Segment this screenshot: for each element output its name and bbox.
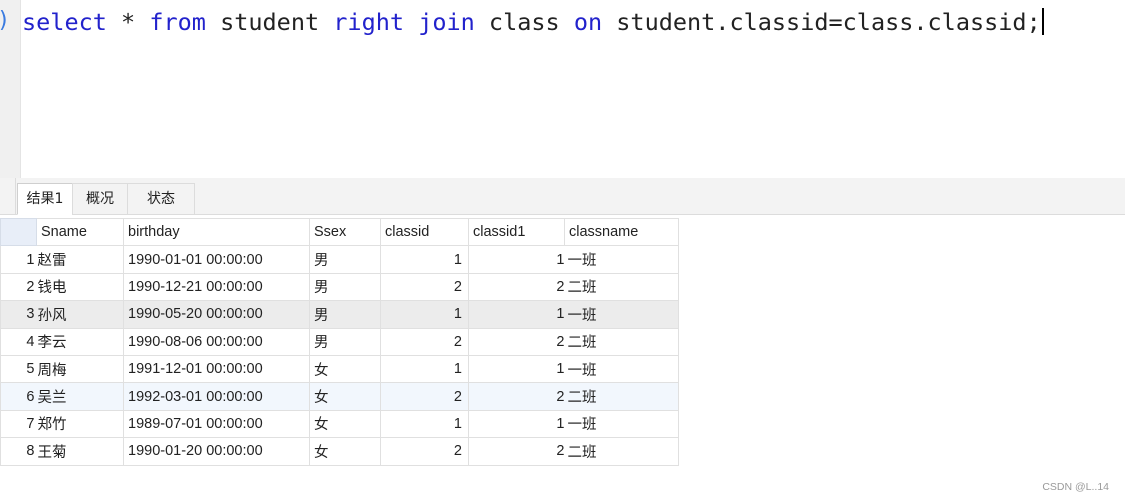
cell-classname[interactable]: 一班 — [564, 354, 679, 384]
sql-keyword-select: select — [22, 8, 107, 36]
cell-ssex[interactable]: 男 — [309, 327, 381, 356]
row-number[interactable]: 2 — [0, 272, 37, 302]
column-header-classid1[interactable]: classid1 — [468, 217, 565, 247]
cell-classid1[interactable]: 2 — [468, 382, 565, 411]
table-row-selected[interactable]: 3 孙风 1990-05-20 00:00:00 男 1 1 一班 — [0, 300, 679, 329]
cell-ssex[interactable]: 女 — [309, 409, 381, 439]
cell-classid[interactable]: 2 — [380, 272, 469, 302]
line-number-gutter: ) — [0, 0, 21, 178]
cell-classid[interactable]: 2 — [380, 382, 469, 411]
cell-birthday[interactable]: 1990-01-20 00:00:00 — [123, 437, 310, 466]
cell-sname[interactable]: 周梅 — [36, 354, 124, 384]
result-grid[interactable]: Sname birthday Ssex classid classid1 cla… — [0, 217, 679, 466]
row-number[interactable]: 3 — [0, 300, 37, 329]
cell-classid[interactable]: 1 — [380, 300, 469, 329]
result-tab-bar: 结果1 概况 状态 — [0, 178, 1125, 215]
cell-sname[interactable]: 郑竹 — [36, 409, 124, 439]
result-panel: 结果1 概况 状态 Sname birthday Ssex classid cl… — [0, 178, 1125, 501]
row-number[interactable]: 4 — [0, 327, 37, 356]
column-header-sname[interactable]: Sname — [36, 217, 124, 247]
watermark: CSDN @L..14 — [1042, 481, 1109, 493]
cell-classname[interactable]: 二班 — [564, 382, 679, 411]
table-row[interactable]: 2 钱电 1990-12-21 00:00:00 男 2 2 二班 — [0, 272, 679, 302]
cell-classname[interactable]: 二班 — [564, 272, 679, 302]
sql-text: * — [106, 8, 150, 36]
table-row[interactable]: 5 周梅 1991-12-01 00:00:00 女 1 1 一班 — [0, 354, 679, 384]
cell-birthday[interactable]: 1990-12-21 00:00:00 — [123, 272, 310, 302]
cell-ssex[interactable]: 男 — [309, 272, 381, 302]
cell-classid1[interactable]: 2 — [468, 437, 565, 466]
cell-sname[interactable]: 李云 — [36, 327, 124, 356]
cell-ssex[interactable]: 女 — [309, 382, 381, 411]
sql-query-line[interactable]: select * from student right join class o… — [22, 5, 1044, 39]
cell-birthday[interactable]: 1990-05-20 00:00:00 — [123, 300, 310, 329]
cell-ssex[interactable]: 女 — [309, 437, 381, 466]
row-number[interactable]: 7 — [0, 409, 37, 439]
cell-classname[interactable]: 二班 — [564, 327, 679, 356]
cell-classid[interactable]: 2 — [380, 437, 469, 466]
cell-classid1[interactable]: 1 — [468, 409, 565, 439]
cell-birthday[interactable]: 1989-07-01 00:00:00 — [123, 409, 310, 439]
cell-classid[interactable]: 1 — [380, 354, 469, 384]
table-row-hover[interactable]: 6 吴兰 1992-03-01 00:00:00 女 2 2 二班 — [0, 382, 679, 411]
cell-classname[interactable]: 二班 — [564, 437, 679, 466]
column-header-birthday[interactable]: birthday — [123, 217, 310, 247]
cell-ssex[interactable]: 男 — [309, 245, 381, 274]
cell-sname[interactable]: 孙风 — [36, 300, 124, 329]
tab-status[interactable]: 状态 — [127, 183, 195, 215]
cell-birthday[interactable]: 1990-01-01 00:00:00 — [123, 245, 310, 274]
row-number[interactable]: 5 — [0, 354, 37, 384]
cell-sname[interactable]: 吴兰 — [36, 382, 124, 411]
sql-text: student — [205, 8, 334, 36]
cell-ssex[interactable]: 男 — [309, 300, 381, 329]
row-number[interactable]: 8 — [0, 437, 37, 466]
row-number[interactable]: 6 — [0, 382, 37, 411]
cell-birthday[interactable]: 1991-12-01 00:00:00 — [123, 354, 310, 384]
tab-bar-edge — [0, 178, 16, 214]
cell-sname[interactable]: 王菊 — [36, 437, 124, 466]
column-header-classid[interactable]: classid — [380, 217, 469, 247]
cell-classid1[interactable]: 2 — [468, 327, 565, 356]
cell-sname[interactable]: 钱电 — [36, 272, 124, 302]
sql-keyword-join: join — [418, 8, 475, 36]
sql-editor[interactable]: ) select * from student right join class… — [0, 0, 1125, 178]
table-row[interactable]: 1 赵雷 1990-01-01 00:00:00 男 1 1 一班 — [0, 245, 679, 274]
table-row[interactable]: 4 李云 1990-08-06 00:00:00 男 2 2 二班 — [0, 327, 679, 356]
cell-classname[interactable]: 一班 — [564, 300, 679, 329]
table-row[interactable]: 8 王菊 1990-01-20 00:00:00 女 2 2 二班 — [0, 437, 679, 466]
sql-text: class — [474, 8, 574, 36]
sql-keyword-right: right — [333, 8, 405, 36]
table-row[interactable]: 7 郑竹 1989-07-01 00:00:00 女 1 1 一班 — [0, 409, 679, 439]
tab-result1[interactable]: 结果1 — [17, 183, 73, 215]
cell-classname[interactable]: 一班 — [564, 409, 679, 439]
tab-overview[interactable]: 概况 — [72, 183, 128, 215]
cell-classid[interactable]: 2 — [380, 327, 469, 356]
cell-classid[interactable]: 1 — [380, 409, 469, 439]
cell-birthday[interactable]: 1992-03-01 00:00:00 — [123, 382, 310, 411]
cell-classid1[interactable]: 1 — [468, 300, 565, 329]
cell-sname[interactable]: 赵雷 — [36, 245, 124, 274]
sql-text: student.classid=class.classid; — [602, 8, 1041, 36]
cell-classid1[interactable]: 1 — [468, 354, 565, 384]
grid-header-row: Sname birthday Ssex classid classid1 cla… — [0, 217, 679, 247]
column-header-ssex[interactable]: Ssex — [309, 217, 381, 247]
cell-classid1[interactable]: 2 — [468, 272, 565, 302]
cell-classname[interactable]: 一班 — [564, 245, 679, 274]
cell-classid[interactable]: 1 — [380, 245, 469, 274]
cell-ssex[interactable]: 女 — [309, 354, 381, 384]
cell-classid1[interactable]: 1 — [468, 245, 565, 274]
column-header-classname[interactable]: classname — [564, 217, 679, 247]
cell-birthday[interactable]: 1990-08-06 00:00:00 — [123, 327, 310, 356]
sql-keyword-on: on — [573, 8, 603, 36]
gutter-mark: ) — [0, 8, 10, 33]
grid-corner-cell[interactable] — [0, 217, 37, 247]
sql-keyword-from: from — [149, 8, 206, 36]
row-number[interactable]: 1 — [0, 245, 37, 274]
text-caret — [1041, 8, 1044, 35]
